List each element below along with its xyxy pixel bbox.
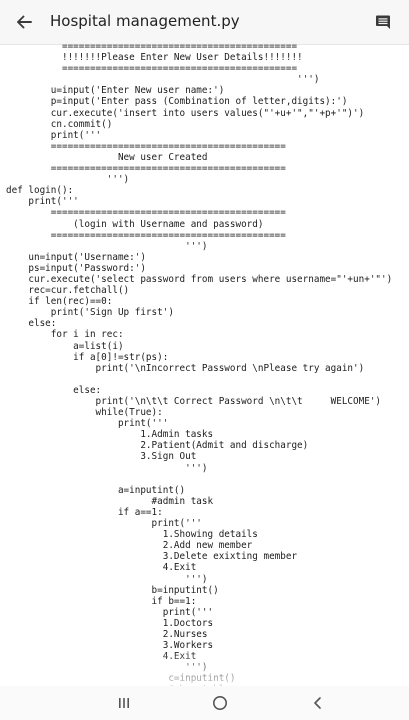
code-line: #admin task [6,495,214,507]
code-line: u=input('Enter New user name:') [6,85,225,97]
code-line: 1.Showing details [6,529,258,541]
back-chevron-icon [314,697,321,709]
code-line: ========================================… [6,229,286,241]
code-line: un=input('Username:') [6,251,146,263]
code-line: else: [6,318,57,330]
code-line: def login(): [6,185,74,197]
home-button[interactable] [200,690,240,716]
code-line: print(''' [6,518,202,530]
code-line: print(''' [6,129,102,141]
code-line: while(True): [6,407,163,419]
arrow-left-icon [17,15,32,29]
code-line: rec=cur.fetchall() [6,285,130,297]
code-line: 1.Doctors [6,617,214,629]
code-line: if len(rec)==0: [6,296,113,308]
code-line: else: [6,384,102,396]
code-line: print('\n\t\t Correct Password \n\t\t WE… [6,396,382,407]
code-line: a=list(i) [6,340,124,352]
code-line: ''') [6,74,320,86]
message-lines-icon [376,15,390,29]
code-line: New user Created [6,151,208,163]
recents-icon [119,698,129,708]
system-nav-bar [0,686,409,720]
code-line: 3.Sign Out [6,451,197,463]
code-line: ========================================… [6,63,298,75]
code-line: p=input('Enter pass (Combination of lett… [6,96,348,108]
code-line: 4.Exit [6,651,197,663]
code-line: (login with Username and password) [6,218,264,230]
recents-button[interactable] [104,690,144,716]
code-line: ========================================… [6,41,298,52]
code-line: print(''' [6,418,169,430]
code-line: 2.Add new member [6,540,253,552]
code-line: cur.execute('select password from users … [6,273,393,285]
home-circle-icon [213,696,227,710]
code-line: ps=input('Password:') [6,262,146,274]
code-line: ========================================… [6,163,286,175]
code-line: 4.Exit [6,562,197,574]
code-line: 1.Admin tasks [6,429,214,441]
code-line: cn.commit() [6,118,113,130]
code-line: ''') [6,462,208,474]
code-line: !!!!!!!Please Enter New User Details!!!!… [6,52,303,64]
code-line: 3.Workers [6,640,214,652]
code-line: ''') [6,174,130,186]
code-line: ''') [6,662,208,674]
code-line: print('\nIncorrect Password \nPlease try… [6,362,365,374]
code-line: 3.Delete exixting member [6,551,298,563]
code-view[interactable]: ========================================… [0,41,409,686]
code-line: cur.execute('insert into users values("'… [6,107,365,119]
code-line: print(''' [6,196,79,208]
code-line: print(''' [6,606,214,618]
code-line: ========================================… [6,207,286,219]
code-line: c=inputint() [6,673,236,685]
code-line: if a==1: [6,506,163,518]
code-line: 2.Patient(Admit and discharge) [6,440,309,452]
code-line: ========================================… [6,140,286,152]
back-button[interactable] [10,8,38,36]
code-line: if b==1: [6,595,197,607]
code-line: ''') [6,573,208,585]
code-line: 2.Nurses [6,628,208,640]
code-line: for i in rec: [6,329,124,341]
comments-button[interactable] [370,9,396,35]
code-line: if a[0]!=str(ps): [6,351,169,363]
code-line: a=inputint() [6,484,186,496]
file-title: Hospital management.py [50,12,240,30]
app-bar: Hospital management.py [0,0,409,45]
code-line: ''') [6,240,208,252]
code-line: b=inputint() [6,584,219,596]
code-line: print('Sign Up first') [6,307,174,319]
nav-back-button[interactable] [298,690,338,716]
